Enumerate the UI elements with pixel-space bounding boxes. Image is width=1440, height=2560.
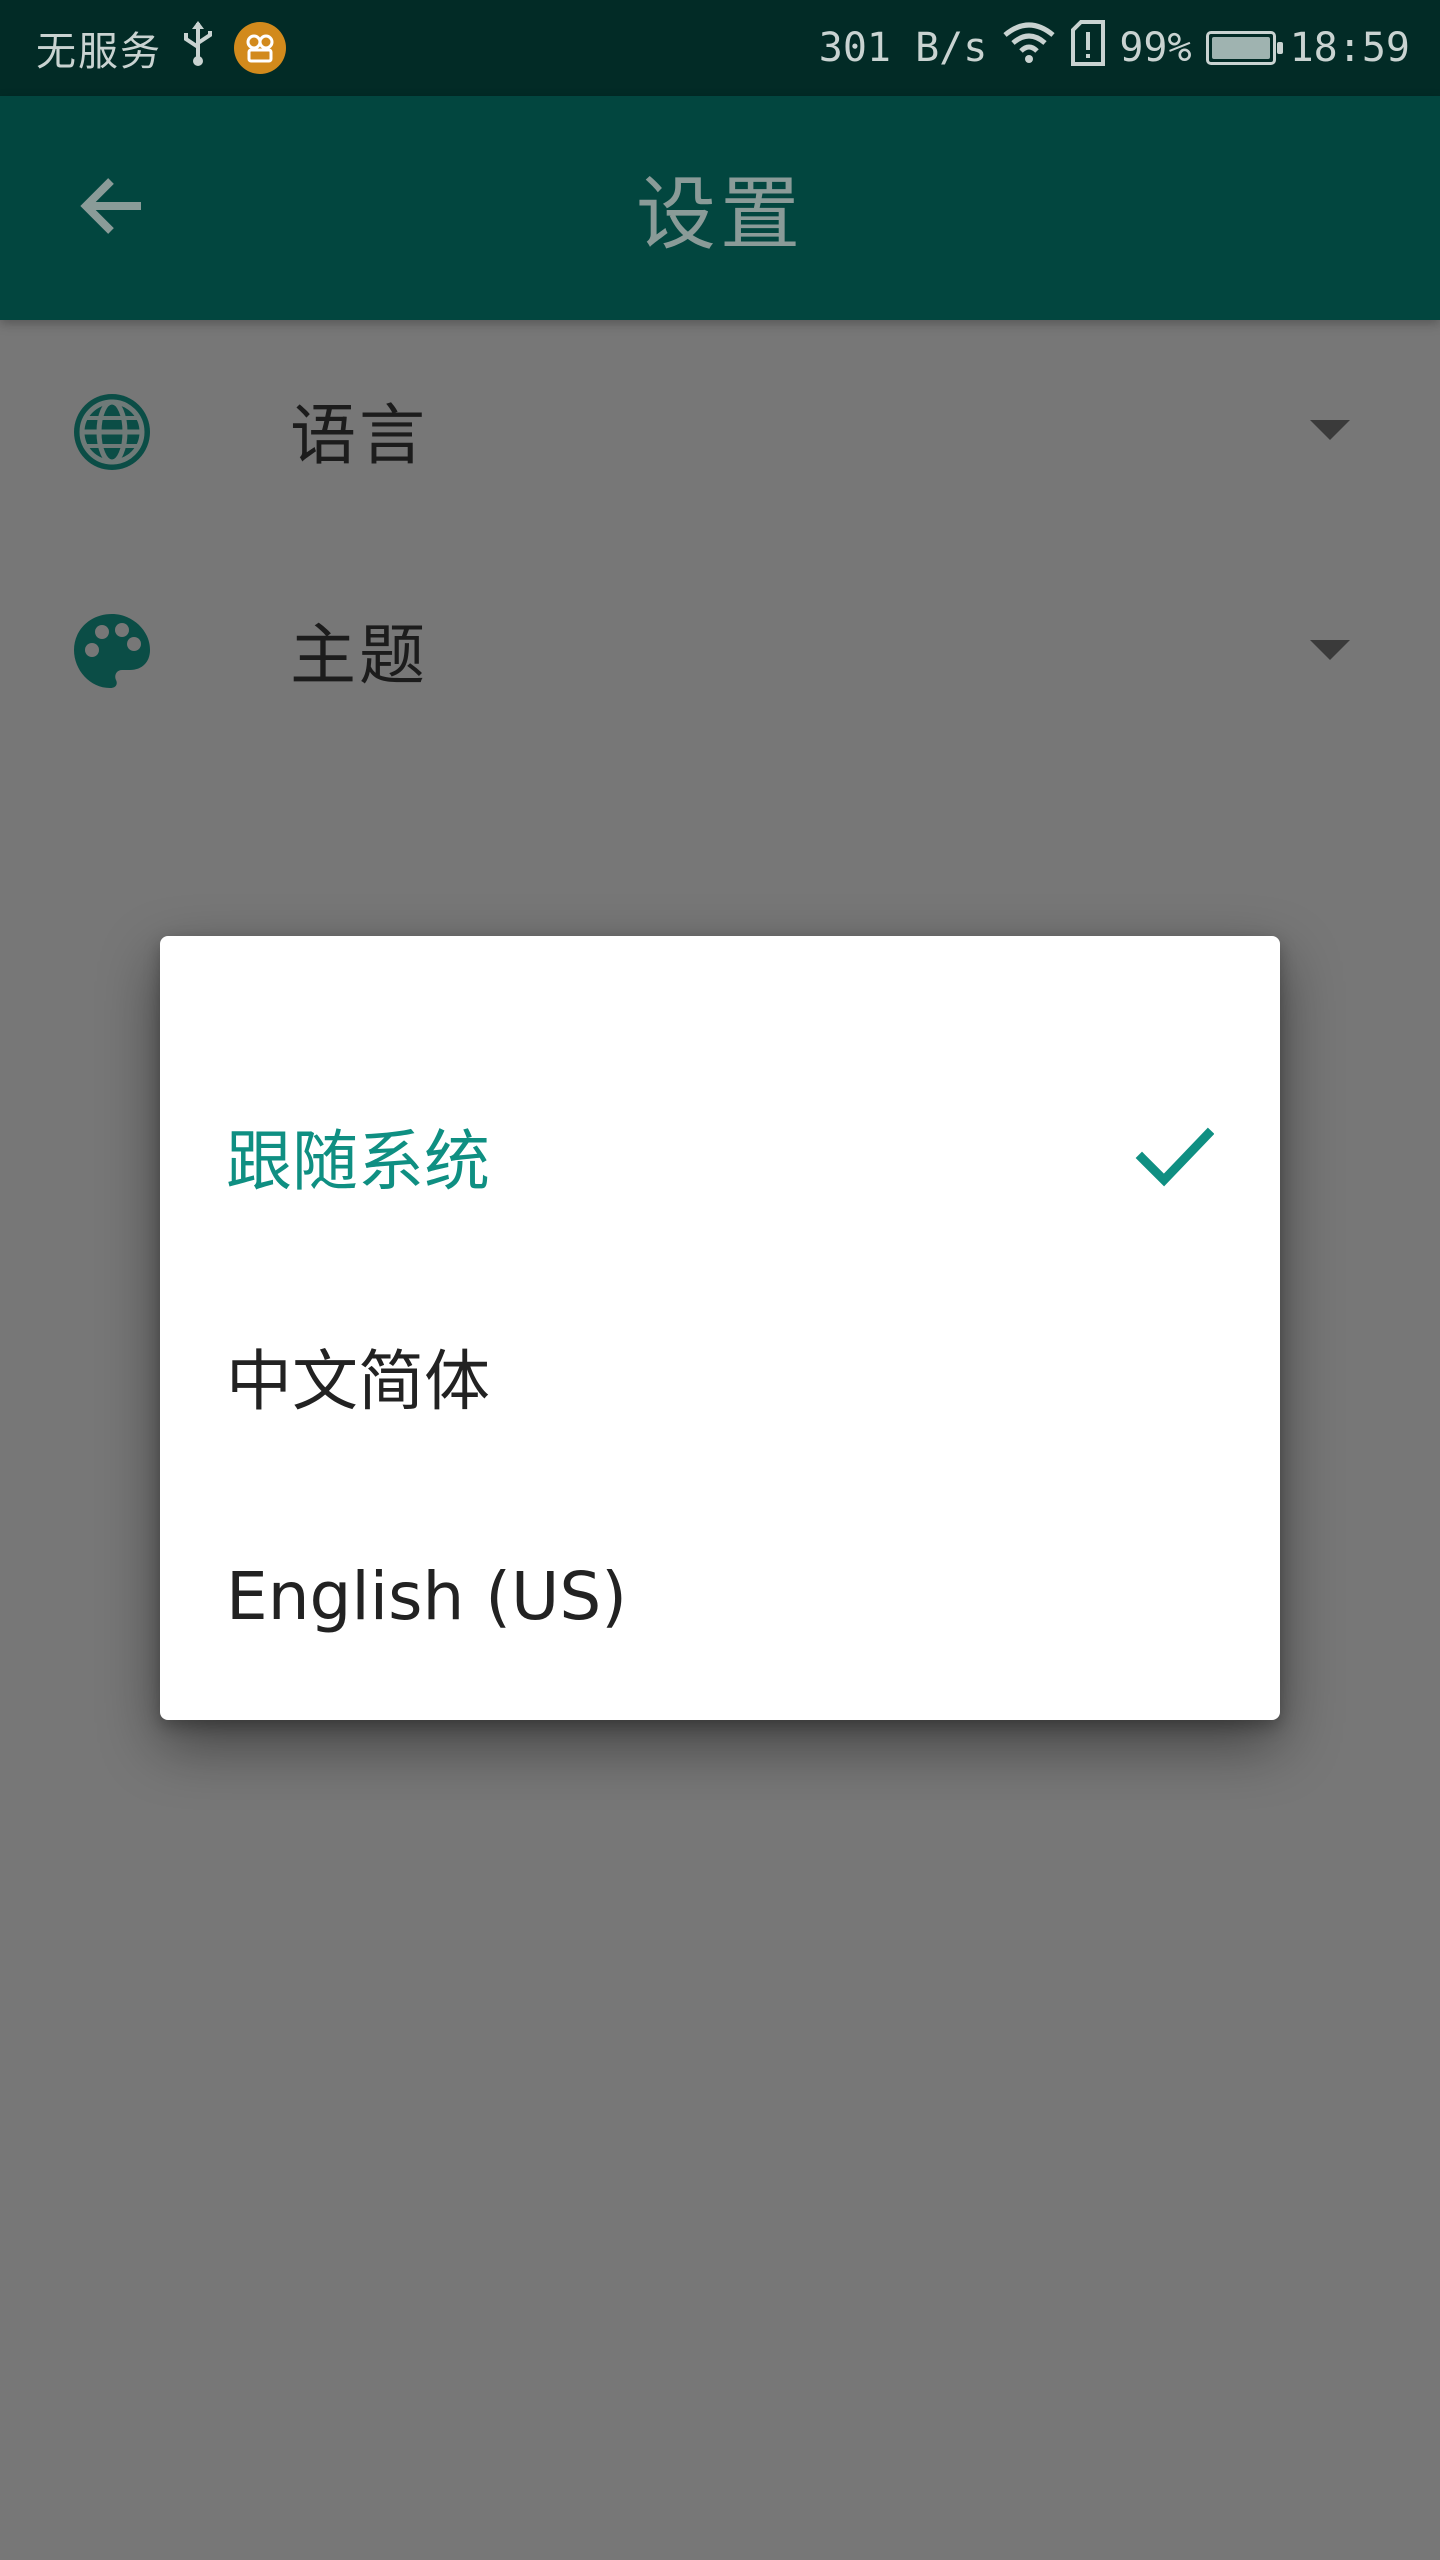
option-chinese-simplified[interactable]: 中文简体	[160, 1266, 1280, 1486]
language-dialog: 跟随系统 中文简体 English (US)	[160, 936, 1280, 1720]
battery-charging-icon	[1205, 31, 1283, 65]
setting-row-language[interactable]: 语言	[0, 320, 1440, 540]
setting-label-language: 语言	[290, 397, 428, 474]
dropdown-caret-icon	[1310, 420, 1350, 440]
carrier-text: 无服务	[36, 29, 162, 75]
sim-alert-icon	[1071, 20, 1106, 76]
status-bar-left: 无服务	[36, 0, 286, 96]
app-bar: 设置	[0, 96, 1440, 320]
page-title: 设置	[636, 168, 804, 261]
option-english-us[interactable]: English (US)	[160, 1486, 1280, 1706]
usb-icon	[180, 19, 216, 77]
option-label: 中文简体	[226, 1343, 490, 1420]
status-bar-right: 301 B/s 99% 18:59	[819, 0, 1410, 96]
option-label: English (US)	[226, 1557, 627, 1635]
app-notification-icon	[234, 22, 286, 74]
wifi-icon	[1001, 21, 1057, 75]
battery-percent-text: 99%	[1119, 25, 1192, 71]
option-follow-system[interactable]: 跟随系统	[160, 1046, 1280, 1266]
dropdown-caret-icon	[1310, 640, 1350, 660]
palette-icon	[70, 610, 154, 694]
net-speed-text: 301 B/s	[818, 25, 988, 71]
globe-icon	[70, 390, 154, 474]
check-icon	[1134, 1116, 1215, 1196]
setting-row-theme[interactable]: 主题	[0, 540, 1440, 760]
status-bar: 无服务 301 B/s 99% 18:59	[0, 0, 1440, 96]
time-text: 18:59	[1289, 25, 1410, 71]
setting-label-theme: 主题	[290, 617, 428, 694]
option-label: 跟随系统	[226, 1123, 490, 1200]
